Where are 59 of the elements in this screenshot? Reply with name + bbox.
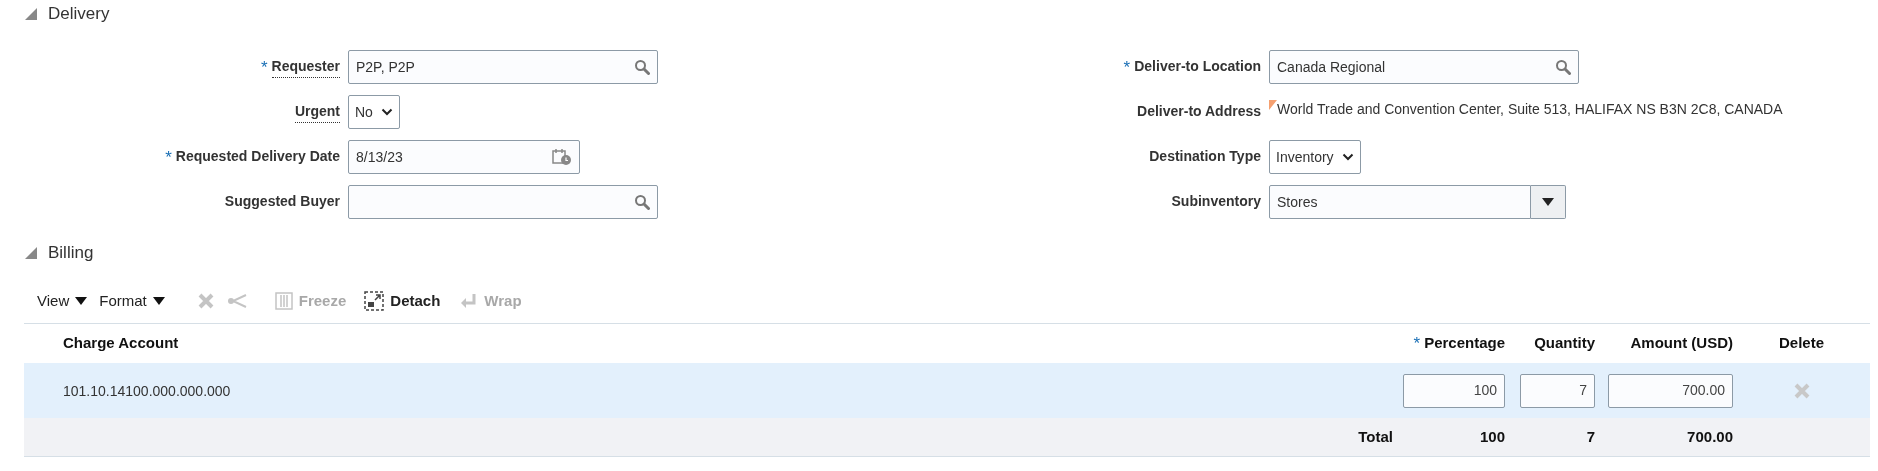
chevron-icon	[380, 108, 393, 116]
search-icon[interactable]	[1555, 59, 1571, 75]
column-header: Percentage	[1424, 333, 1505, 354]
column-header: Charge Account	[63, 333, 179, 354]
menu-button[interactable]: View	[37, 289, 88, 313]
quantity-field[interactable]: 7	[1520, 373, 1595, 408]
date-field[interactable]: 8/13/23	[348, 140, 580, 174]
column-header: Quantity	[1534, 333, 1595, 354]
close-icon	[196, 292, 215, 310]
detach-button[interactable]: Detach	[364, 289, 441, 313]
percentage-field[interactable]: 100	[1403, 373, 1505, 408]
field-label: Destination Type	[1149, 147, 1261, 166]
flag-icon	[1269, 100, 1277, 110]
wrap-icon	[460, 293, 479, 309]
dropdown[interactable]: No	[348, 95, 400, 129]
search-field[interactable]: Canada Regional	[1269, 50, 1579, 84]
field-label: Requested Delivery Date	[175, 147, 340, 166]
search-field[interactable]	[348, 185, 658, 219]
required-asterisk: *	[1123, 58, 1131, 76]
address-text: World Trade and Convention Center, Suite 513, HALIFAX NS B3N 2C8, CANADA	[1277, 100, 1783, 119]
column-header: Amount (USD)	[1630, 333, 1733, 354]
section-title: Delivery	[48, 3, 110, 26]
field-label: Deliver-to Address	[1137, 102, 1261, 121]
field-label: Deliver-to Location	[1134, 57, 1261, 76]
detach-icon	[364, 291, 385, 311]
calendar-icon[interactable]	[552, 148, 572, 166]
search-icon[interactable]	[634, 194, 650, 210]
field-label: Requester	[271, 56, 340, 78]
total-label: Total	[1358, 426, 1393, 447]
table-cell-text: 7	[1585, 426, 1595, 447]
search-field[interactable]: P2P, P2P	[348, 50, 658, 84]
required-asterisk: *	[260, 58, 268, 76]
dropdown[interactable]: Inventory	[1269, 140, 1361, 174]
required-asterisk: *	[1413, 335, 1421, 352]
table-row[interactable]: 101.10.14100.000.000.000 100 7 700.00	[24, 363, 1870, 418]
section-title: Billing	[48, 242, 94, 265]
disclosure-toggle[interactable]	[24, 246, 38, 260]
caret-icon	[152, 297, 165, 305]
amount-field[interactable]: 700.00	[1608, 373, 1733, 408]
table-cell-text: 100	[1478, 426, 1505, 447]
field-label: Urgent	[294, 101, 340, 123]
combo-field[interactable]: Stores	[1269, 185, 1531, 219]
field-label: Subinventory	[1171, 192, 1261, 211]
triangle-icon	[25, 247, 37, 259]
field-label: Suggested Buyer	[224, 192, 340, 211]
caret-icon	[75, 297, 88, 305]
disclosure-toggle[interactable]	[24, 7, 38, 21]
triangle-icon	[25, 8, 37, 20]
column-header: Delete	[1779, 333, 1824, 354]
close-icon	[1792, 381, 1811, 400]
columns-icon	[274, 292, 293, 310]
required-asterisk: *	[165, 148, 172, 166]
menu-button[interactable]: Format	[99, 289, 165, 313]
dropdown-button[interactable]	[1531, 185, 1566, 219]
table-cell-text: 700.00	[1686, 426, 1733, 447]
chevron-icon	[1341, 153, 1354, 161]
caret-icon	[1542, 198, 1554, 206]
table-cell: 101.10.14100.000.000.000	[63, 382, 231, 399]
search-icon[interactable]	[634, 59, 650, 75]
